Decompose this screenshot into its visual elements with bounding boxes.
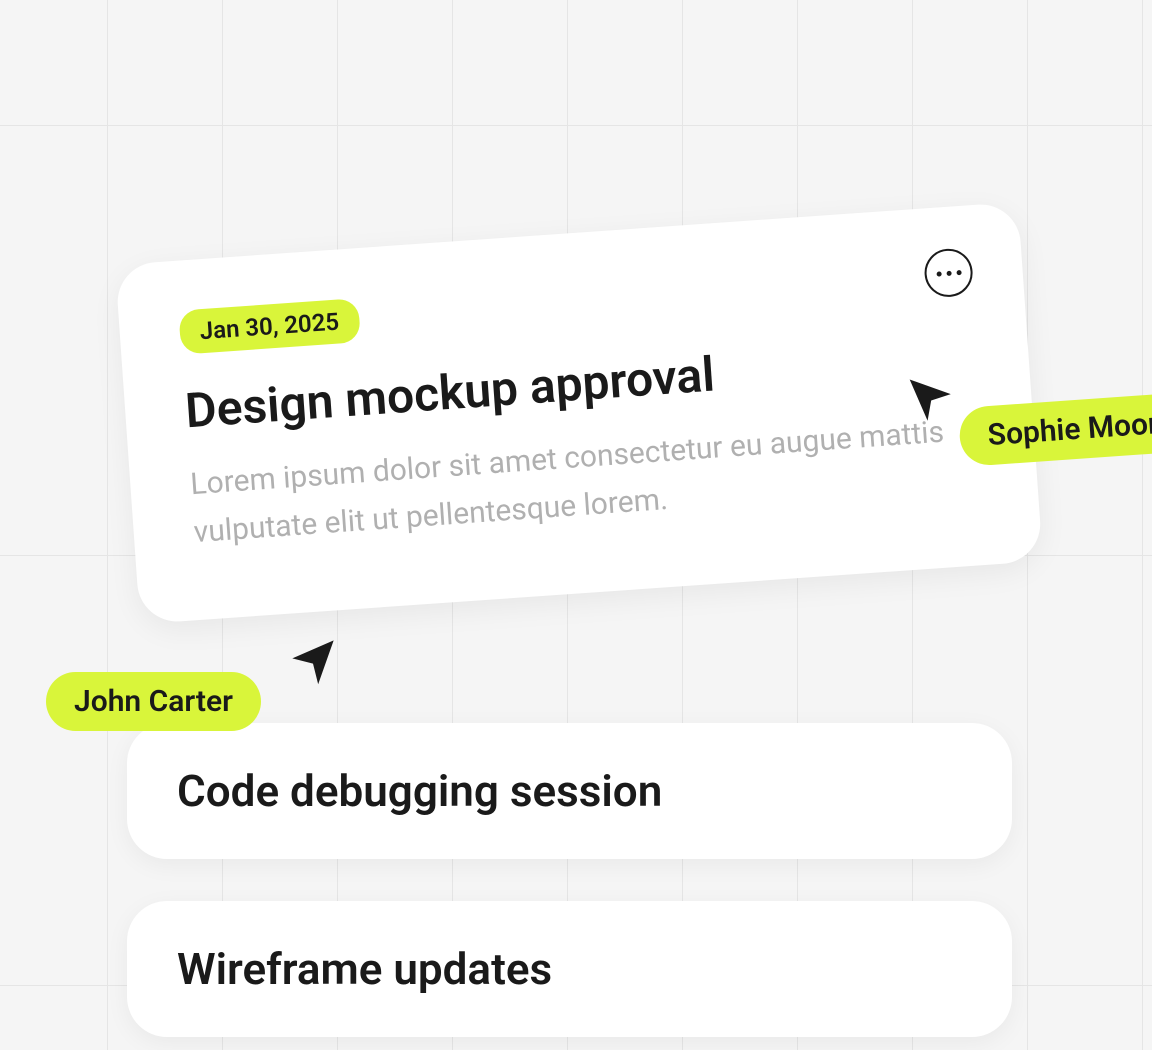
dot-icon [946,270,951,275]
more-options-button[interactable] [923,247,974,298]
cursor-icon [282,630,344,692]
task-card[interactable]: Wireframe updates [127,901,1012,1037]
task-card-main[interactable]: Jan 30, 2025 Design mockup approval Lore… [115,202,1043,624]
task-title: Code debugging session [177,765,962,817]
dot-icon [956,270,961,275]
canvas: Jan 30, 2025 Design mockup approval Lore… [0,0,1152,1050]
collaborator-cursor: John Carter [282,630,344,692]
date-badge: Jan 30, 2025 [178,298,360,354]
task-card[interactable]: Code debugging session [127,723,1012,859]
dot-icon [936,271,941,276]
task-title: Wireframe updates [177,943,962,995]
